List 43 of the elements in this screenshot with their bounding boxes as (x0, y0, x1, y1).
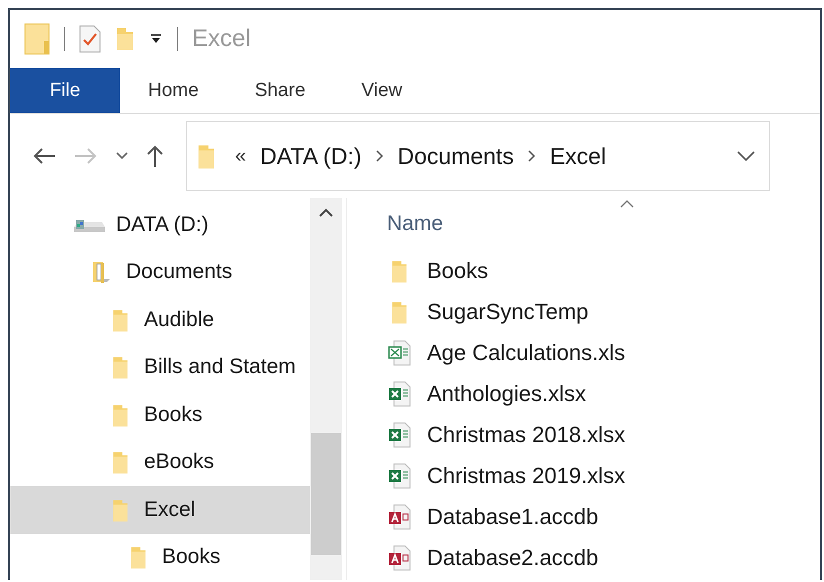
spreadsheet-file-icon (387, 340, 413, 366)
scrollbar-thumb[interactable] (311, 433, 341, 555)
file-item[interactable]: Anthologies.xlsx (387, 373, 820, 414)
back-arrow-icon[interactable] (32, 147, 56, 165)
tree-item[interactable]: Books (10, 534, 310, 580)
breadcrumb[interactable]: DATA (D:) (260, 142, 362, 170)
spreadsheet-file-icon (387, 380, 413, 406)
tree-item[interactable]: Excel (10, 486, 310, 534)
chevron-down-icon[interactable] (737, 151, 755, 161)
ribbon-tab[interactable]: Share (226, 68, 334, 113)
tree-item[interactable]: DATA (D:) (10, 201, 310, 248)
spreadsheet-file-icon (387, 462, 413, 488)
file-item[interactable]: Database2.accdb (387, 537, 820, 578)
breadcrumb[interactable]: Documents (398, 142, 514, 170)
spreadsheet-file-icon (387, 422, 413, 448)
chevron-right-icon[interactable] (528, 150, 536, 162)
scroll-up-icon[interactable] (319, 208, 333, 217)
tree-item[interactable]: Bills and Statem (10, 344, 310, 391)
ribbon-tab[interactable]: File (10, 68, 120, 113)
window-title: Excel (192, 25, 251, 53)
database-file-icon (387, 544, 413, 570)
overflow-chevron[interactable]: « (235, 144, 246, 168)
ribbon-tab[interactable]: Home (120, 68, 227, 113)
checklist-icon[interactable] (79, 25, 101, 53)
file-item[interactable]: Books (387, 250, 820, 291)
file-item[interactable]: Christmas 2019.xlsx (387, 455, 820, 496)
file-item[interactable]: Database1.accdb (387, 496, 820, 537)
tree-item[interactable]: Documents (10, 248, 310, 296)
tree-item[interactable]: eBooks (10, 438, 310, 486)
sort-caret-icon (620, 200, 634, 208)
file-item[interactable]: SugarSyncTemp (387, 291, 820, 332)
breadcrumb[interactable]: Excel (550, 142, 606, 170)
chevron-right-icon[interactable] (376, 150, 384, 162)
file-item[interactable]: Christmas 2018.xlsx (387, 414, 820, 455)
file-item[interactable]: Age Calculations.xls (387, 332, 820, 373)
tree-item[interactable]: Audible (10, 296, 310, 344)
folder-icon (24, 23, 50, 55)
tree-item[interactable]: Books (10, 391, 310, 438)
column-header[interactable]: Name (387, 212, 444, 236)
up-arrow-icon[interactable] (146, 144, 164, 168)
ribbon-tab[interactable]: View (333, 68, 430, 113)
chevron-down-icon[interactable] (116, 152, 128, 160)
database-file-icon (387, 504, 413, 530)
